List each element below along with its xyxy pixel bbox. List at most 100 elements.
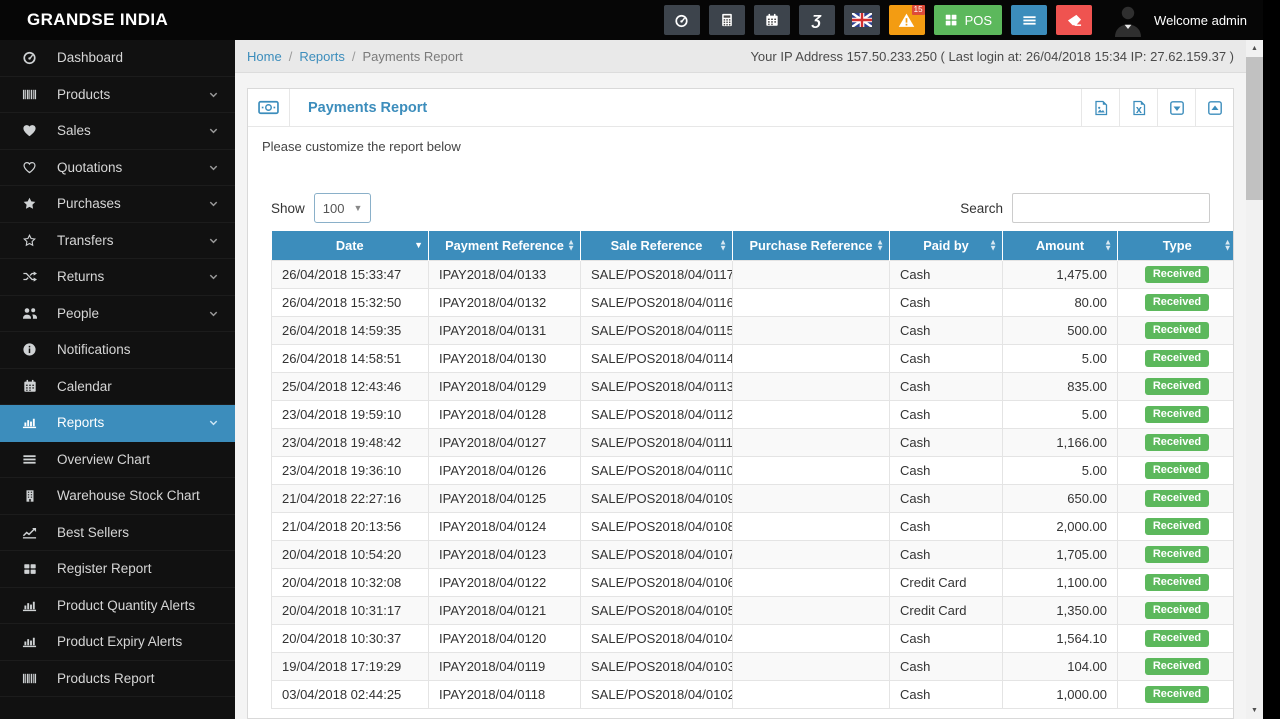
content: Payments Report Please customize the rep… (235, 73, 1246, 719)
sidebar-item-product-quantity-alerts[interactable]: Product Quantity Alerts (0, 588, 235, 624)
scrollbar-thumb[interactable] (1246, 57, 1263, 200)
chevron-down-icon (207, 235, 219, 246)
column-header-amount[interactable]: Amount ▲ ▼ (1002, 231, 1118, 260)
cell-type: Received (1117, 371, 1233, 401)
quick-list-button[interactable] (1011, 5, 1048, 35)
sidebar-item-register-report[interactable]: Register Report (0, 551, 235, 588)
cell-amount: 1,350.00 (1002, 595, 1118, 625)
cell: 20/04/2018 10:54:20 (271, 539, 429, 569)
user-avatar[interactable] (1112, 2, 1144, 38)
cell: SALE/POS2018/04/0108 (580, 511, 733, 541)
collapse-panel-button[interactable] (1157, 89, 1195, 126)
cell (732, 539, 890, 569)
column-header-purchase-reference[interactable]: Purchase Reference ▲ ▼ (732, 231, 890, 260)
type-badge: Received (1144, 489, 1210, 507)
scrollbar-down-arrow[interactable]: ▼ (1246, 702, 1263, 719)
sidebar-item-quotations[interactable]: Quotations (0, 150, 235, 186)
cell-type: Received (1117, 539, 1233, 569)
cell: 19/04/2018 17:19:29 (271, 651, 429, 681)
sidebar-item-products[interactable]: Products (0, 77, 235, 113)
type-badge: Received (1144, 545, 1210, 563)
cell: Credit Card (889, 567, 1003, 597)
search-input[interactable] (1012, 193, 1210, 223)
cell-amount: 1,166.00 (1002, 427, 1118, 457)
cell-type: Received (1117, 287, 1233, 317)
cell-amount: 835.00 (1002, 371, 1118, 401)
cell: IPAY2018/04/0124 (428, 511, 581, 541)
language-button[interactable] (843, 5, 880, 35)
type-badge: Received (1144, 601, 1210, 619)
chevron-down-icon (207, 125, 219, 136)
caret-square-up-icon (1207, 100, 1223, 116)
cell: 26/04/2018 14:59:35 (271, 315, 429, 345)
page-size-select[interactable]: 100 ▼ (313, 193, 372, 223)
sidebar-item-returns[interactable]: Returns (0, 259, 235, 296)
column-header-paid-by[interactable]: Paid by ▲ ▼ (889, 231, 1003, 260)
cell: Cash (889, 623, 1003, 653)
quick-dashboard-button[interactable] (663, 5, 700, 35)
sidebar-item-label: People (57, 305, 100, 321)
sidebar-item-reports[interactable]: Reports (0, 405, 235, 442)
app-root: GRANDSE INDIA Ʒ 15 POS Welcome admin Dashb… (0, 0, 1280, 719)
topbar-right: Ʒ 15 POS Welcome admin (663, 0, 1263, 40)
panel-toolbar (1081, 89, 1233, 126)
sidebar-item-overview-chart[interactable]: Overview Chart (0, 442, 235, 478)
sidebar-item-dashboard[interactable]: Dashboard (0, 40, 235, 77)
sidebar-item-notifications[interactable]: Notifications (0, 332, 235, 369)
sidebar-item-transfers[interactable]: Transfers (0, 223, 235, 259)
pos-button[interactable]: POS (933, 5, 1003, 35)
cell (732, 679, 890, 709)
cell: IPAY2018/04/0132 (428, 287, 581, 317)
column-label: Payment Reference (445, 237, 564, 253)
table-row: 03/04/2018 02:44:25 IPAY2018/04/0118 SALE/… (271, 679, 1233, 709)
column-header-payment-reference[interactable]: Payment Reference ▲ ▼ (428, 231, 581, 260)
breadcrumb-home[interactable]: Home (247, 49, 282, 64)
page-title: Payments Report (308, 99, 428, 116)
column-header-sale-reference[interactable]: Sale Reference ▲ ▼ (580, 231, 733, 260)
alerts-button[interactable]: 15 (888, 5, 925, 35)
column-header-date[interactable]: Date ▼ (271, 231, 429, 260)
type-badge: Received (1144, 405, 1210, 423)
clear-cache-button[interactable] (1056, 5, 1093, 35)
expand-panel-button[interactable] (1195, 89, 1233, 126)
sidebar-item-label: Products (57, 86, 111, 102)
type-badge: Received (1144, 629, 1210, 647)
column-label: Type (1162, 237, 1192, 253)
brand-logo[interactable]: GRANDSE INDIA (27, 10, 168, 30)
file-image-icon (1093, 100, 1109, 116)
cell: Cash (889, 539, 1003, 569)
main-area: Home / Reports / Payments Report Your IP Add… (235, 40, 1246, 719)
cell: IPAY2018/04/0131 (428, 315, 581, 345)
cell: SALE/POS2018/04/0113 (580, 371, 733, 401)
cell (732, 427, 890, 457)
cell-type: Received (1117, 343, 1233, 373)
cell-type: Received (1117, 679, 1233, 709)
cell-type: Received (1117, 399, 1233, 429)
quick-calculator-button[interactable] (708, 5, 745, 35)
sidebar-item-purchases[interactable]: Purchases (0, 186, 235, 223)
sidebar-item-calendar[interactable]: Calendar (0, 369, 235, 405)
type-badge: Received (1144, 321, 1210, 339)
sidebar-item-best-sellers[interactable]: Best Sellers (0, 515, 235, 551)
column-header-type[interactable]: Type ▲ ▼ (1117, 231, 1233, 260)
sidebar-item-product-expiry-alerts[interactable]: Product Expiry Alerts (0, 624, 235, 661)
chevron-down-icon (207, 89, 219, 100)
sidebar-item-sales[interactable]: Sales (0, 113, 235, 150)
shuffle-icon (21, 269, 38, 284)
chevron-down-icon (207, 308, 219, 319)
sidebar-item-people[interactable]: People (0, 296, 235, 332)
export-image-button[interactable] (1081, 89, 1119, 126)
topbar: GRANDSE INDIA Ʒ 15 POS Welcome admin (0, 0, 1263, 40)
pos-button-label: POS (964, 12, 993, 28)
breadcrumb-reports[interactable]: Reports (299, 49, 345, 64)
table-controls: Show 100 ▼ Search (271, 193, 1210, 223)
scrollbar-up-arrow[interactable]: ▲ (1246, 40, 1263, 57)
panel-body: Show 100 ▼ Search Date ▼ Payment Referen… (248, 166, 1233, 709)
quick-calendar-button[interactable] (753, 5, 790, 35)
sidebar-item-products-report[interactable]: Products Report (0, 661, 235, 697)
cell (732, 623, 890, 653)
cell: SALE/POS2018/04/0112 (580, 399, 733, 429)
export-excel-button[interactable] (1119, 89, 1157, 126)
quick-styles-button[interactable]: Ʒ (798, 5, 835, 35)
sidebar-item-warehouse-stock-chart[interactable]: Warehouse Stock Chart (0, 478, 235, 515)
